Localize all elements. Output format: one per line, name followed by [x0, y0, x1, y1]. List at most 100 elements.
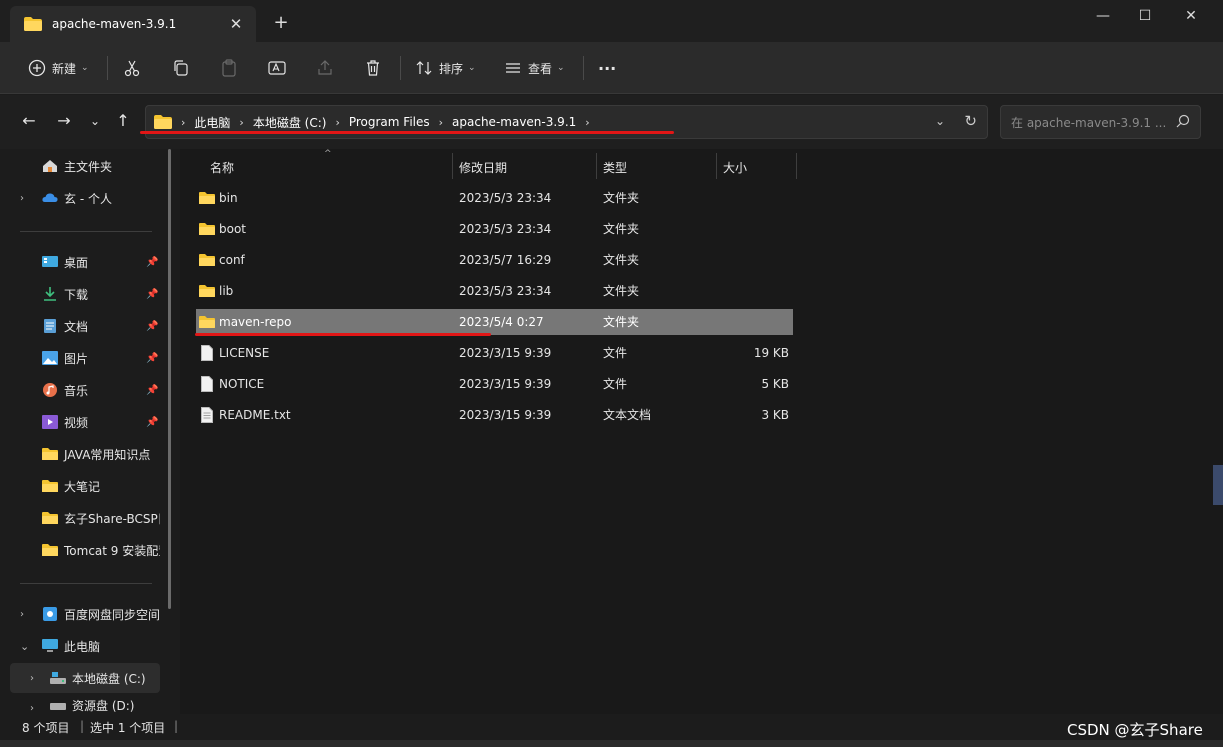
search-box[interactable]: 在 apache-maven-3.9.1 ... — [1000, 105, 1201, 139]
folder-icon — [199, 254, 215, 266]
column-header-type[interactable]: 类型 — [603, 153, 627, 181]
breadcrumb-this-pc[interactable]: 此电脑 — [194, 114, 230, 131]
sidebar-item-java-notes[interactable]: JAVA常用知识点 — [10, 439, 160, 469]
sidebar-scrollbar[interactable] — [168, 149, 171, 609]
back-button[interactable]: ← — [17, 109, 41, 133]
paste-button[interactable] — [220, 54, 238, 82]
delete-button[interactable] — [364, 54, 382, 82]
pin-icon: 📌 — [146, 353, 159, 364]
scissors-icon — [124, 60, 140, 77]
document-icon — [44, 319, 56, 333]
chevron-right-icon[interactable]: › — [239, 116, 243, 129]
tab-apache-maven[interactable]: apache-maven-3.9.1 ✕ — [10, 6, 256, 42]
sidebar-item-label: 百度网盘同步空间 — [64, 607, 160, 622]
sort-ascending-icon: ^ — [324, 149, 332, 159]
sidebar-item-big-notes[interactable]: 大笔记 — [10, 471, 160, 501]
column-divider[interactable] — [796, 153, 797, 179]
file-type: 文件 — [603, 346, 628, 360]
up-button[interactable]: ↑ — [111, 109, 135, 133]
file-row-selected[interactable]: maven-repo 2023/5/4 0:27 文件夹 — [196, 309, 793, 335]
file-size — [709, 216, 789, 242]
column-header-size[interactable]: 大小 — [723, 153, 747, 181]
sidebar-item-share-bcsp[interactable]: 玄子Share-BCSP目 — [10, 503, 160, 533]
minimize-button[interactable]: — — [1080, 0, 1126, 32]
sidebar-item-label: 图片 — [64, 351, 89, 366]
refresh-icon[interactable]: ↻ — [964, 112, 977, 130]
new-button[interactable]: 新建 ⌄ — [28, 54, 89, 82]
column-divider[interactable] — [716, 153, 717, 179]
file-row[interactable]: README.txt 2023/3/15 9:39 文本文档 3 KB — [196, 402, 793, 428]
sidebar-item-label: 玄子Share-BCSP目 — [64, 511, 160, 526]
file-row[interactable]: conf 2023/5/7 16:29 文件夹 — [196, 247, 793, 273]
close-tab-icon[interactable]: ✕ — [226, 14, 246, 34]
sort-button[interactable]: 排序 ⌄ — [415, 54, 476, 82]
red-underline-annotation — [195, 333, 491, 336]
sidebar-item-pictures[interactable]: 图片 — [10, 343, 160, 373]
sidebar-item-tomcat[interactable]: Tomcat 9 安装配置 — [10, 535, 160, 565]
recent-locations-button[interactable]: ⌄ — [83, 109, 107, 133]
column-header-modified[interactable]: 修改日期 — [459, 153, 507, 181]
breadcrumb-program-files[interactable]: Program Files — [349, 115, 430, 129]
file-row[interactable]: NOTICE 2023/3/15 9:39 文件 5 KB — [196, 371, 793, 397]
view-button[interactable]: 查看 ⌄ — [504, 54, 565, 82]
sidebar-item-onedrive[interactable]: 玄 - 个人 — [10, 183, 160, 213]
address-history-chevron-icon[interactable]: ⌄ — [935, 114, 945, 128]
status-divider: | — [174, 719, 179, 733]
file-size: 5 KB — [761, 377, 789, 391]
expand-chevron-icon[interactable]: › — [30, 673, 34, 684]
search-icon[interactable] — [1176, 114, 1190, 128]
chevron-down-icon: ⌄ — [468, 63, 476, 73]
background-window-edge — [1213, 465, 1223, 505]
column-divider[interactable] — [452, 153, 453, 179]
sidebar-item-label: 大笔记 — [64, 479, 101, 494]
sidebar-item-baidu-sync[interactable]: 百度网盘同步空间 — [10, 599, 160, 629]
chevron-right-icon[interactable]: › — [335, 116, 339, 129]
file-size: 19 KB — [753, 346, 789, 360]
file-row[interactable]: lib 2023/5/3 23:34 文件夹 — [196, 278, 793, 304]
share-button[interactable] — [316, 54, 334, 82]
sidebar-item-this-pc[interactable]: 此电脑 — [10, 631, 160, 661]
file-name: bin — [219, 191, 238, 205]
rename-button[interactable] — [268, 54, 286, 82]
chevron-right-icon[interactable]: › — [585, 116, 589, 129]
file-name: lib — [219, 284, 234, 298]
file-type: 文件夹 — [603, 284, 640, 298]
breadcrumb-apache-maven[interactable]: apache-maven-3.9.1 — [452, 115, 576, 129]
clipboard-icon — [222, 59, 236, 77]
file-type: 文件夹 — [603, 222, 640, 236]
cut-button[interactable] — [123, 54, 141, 82]
file-modified: 2023/5/3 23:34 — [459, 222, 552, 236]
sidebar-item-desktop[interactable]: 桌面 — [10, 247, 160, 277]
drive-d-icon — [50, 703, 66, 710]
pin-icon: 📌 — [146, 257, 159, 268]
pin-icon: 📌 — [146, 289, 159, 300]
more-options-button[interactable]: ··· — [598, 54, 616, 82]
file-row[interactable]: LICENSE 2023/3/15 9:39 文件 19 KB — [196, 340, 793, 366]
forward-button[interactable]: → — [52, 109, 76, 133]
file-modified: 2023/5/3 23:34 — [459, 284, 552, 298]
folder-icon — [199, 223, 215, 235]
column-divider[interactable] — [596, 153, 597, 179]
breadcrumb-drive-c[interactable]: 本地磁盘 (C:) — [253, 114, 327, 131]
file-row[interactable]: bin 2023/5/3 23:34 文件夹 — [196, 185, 793, 211]
sidebar-item-label: 此电脑 — [64, 639, 101, 654]
sidebar-item-music[interactable]: 音乐 — [10, 375, 160, 405]
pin-icon: 📌 — [146, 385, 159, 396]
chevron-right-icon[interactable]: › — [439, 116, 443, 129]
expand-chevron-icon[interactable]: › — [30, 703, 34, 714]
folder-icon — [42, 512, 58, 524]
file-row[interactable]: boot 2023/5/3 23:34 文件夹 — [196, 216, 793, 242]
sidebar-item-downloads[interactable]: 下载 — [10, 279, 160, 309]
folder-icon — [42, 448, 58, 460]
close-window-button[interactable]: ✕ — [1168, 0, 1214, 32]
music-icon — [43, 383, 57, 397]
sidebar-item-documents[interactable]: 文档 — [10, 311, 160, 341]
command-bar: 新建 ⌄ 排序 ⌄ 查看 ⌄ ··· — [0, 42, 1223, 94]
copy-button[interactable] — [172, 54, 190, 82]
sidebar-item-videos[interactable]: 视频 — [10, 407, 160, 437]
pictures-icon — [42, 351, 58, 365]
sidebar-item-home[interactable]: 主文件夹 — [10, 151, 160, 181]
new-tab-button[interactable]: + — [270, 12, 292, 34]
column-header-name[interactable]: 名称 — [210, 153, 234, 181]
maximize-button[interactable]: ☐ — [1122, 0, 1168, 32]
